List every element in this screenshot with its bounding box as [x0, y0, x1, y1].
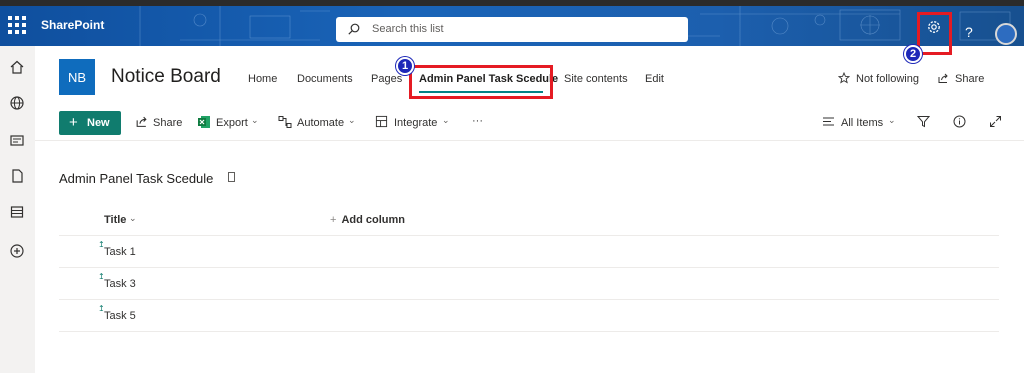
list-item[interactable]: Task 5: [104, 310, 136, 322]
help-icon[interactable]: ?: [965, 24, 973, 40]
nav-edit[interactable]: Edit: [645, 73, 664, 85]
plus-icon: +: [69, 114, 78, 131]
automate-command[interactable]: Automate: [297, 117, 344, 129]
search-box[interactable]: Search this list: [336, 17, 688, 42]
chevron-down-icon: ⌄: [129, 213, 137, 223]
gear-icon[interactable]: [926, 19, 942, 35]
new-button-label: New: [87, 117, 110, 129]
list-item[interactable]: Task 3: [104, 278, 136, 290]
export-command[interactable]: Export: [216, 117, 248, 129]
search-placeholder: Search this list: [372, 23, 444, 35]
avatar[interactable]: [995, 23, 1017, 45]
row-divider: [59, 235, 999, 236]
site-share-button[interactable]: Share: [938, 73, 985, 85]
list-title: Admin Panel Task Scedule: [59, 171, 214, 186]
more-options-button[interactable]: ···: [472, 115, 483, 127]
view-selector[interactable]: All Items: [841, 117, 883, 129]
follow-label: Not following: [856, 73, 919, 85]
suite-brand[interactable]: SharePoint: [41, 18, 104, 32]
view-options-icon: [823, 117, 834, 126]
share-command[interactable]: Share: [153, 117, 182, 129]
automate-icon: [278, 116, 292, 128]
add-column-label: Add column: [341, 214, 405, 226]
chevron-down-icon: ⌄: [348, 115, 356, 125]
nav-site-contents[interactable]: Site contents: [564, 73, 628, 85]
filter-icon[interactable]: [917, 115, 930, 128]
globe-icon[interactable]: [9, 95, 25, 111]
command-bar-divider: [35, 140, 1024, 141]
integrate-icon: [375, 115, 388, 128]
list-item[interactable]: Task 1: [104, 246, 136, 258]
nav-pages[interactable]: Pages: [371, 73, 402, 85]
waffle-icon[interactable]: [8, 16, 26, 34]
step-badge-1: 1: [396, 57, 414, 75]
share-icon: [136, 116, 147, 127]
chevron-down-icon: ⌄: [251, 115, 259, 125]
list-icon[interactable]: [9, 204, 25, 220]
site-share-label: Share: [955, 73, 985, 85]
row-divider: [59, 331, 999, 332]
add-column-button[interactable]: + Add column: [330, 214, 405, 226]
column-header-title[interactable]: Title: [104, 214, 126, 226]
new-button[interactable]: + New: [59, 111, 121, 135]
info-icon[interactable]: [953, 115, 966, 128]
list-info-icon[interactable]: [228, 172, 235, 182]
step-badge-2: 2: [904, 45, 922, 63]
share-icon: [938, 73, 948, 83]
integrate-command[interactable]: Integrate: [394, 117, 437, 129]
news-icon[interactable]: [9, 132, 25, 148]
nav-documents[interactable]: Documents: [297, 73, 353, 85]
home-icon[interactable]: [9, 59, 25, 75]
file-icon[interactable]: [9, 168, 25, 184]
left-rail: [0, 46, 35, 373]
suite-bar: SharePoint Search this list ?: [0, 6, 1024, 46]
nav-home[interactable]: Home: [248, 73, 277, 85]
highlight-box-nav: [409, 65, 553, 99]
chevron-down-icon: ⌄: [888, 115, 896, 125]
row-divider: [59, 267, 999, 268]
site-title[interactable]: Notice Board: [111, 66, 221, 88]
site-logo[interactable]: NB: [59, 59, 95, 95]
star-icon: [838, 72, 850, 84]
expand-icon[interactable]: [989, 115, 1002, 128]
row-divider: [59, 299, 999, 300]
plus-icon: +: [330, 214, 337, 226]
excel-icon: [198, 116, 210, 128]
follow-button[interactable]: Not following: [838, 72, 919, 85]
chevron-down-icon: ⌄: [442, 115, 450, 125]
search-icon: [348, 23, 360, 35]
add-icon[interactable]: [9, 243, 25, 259]
